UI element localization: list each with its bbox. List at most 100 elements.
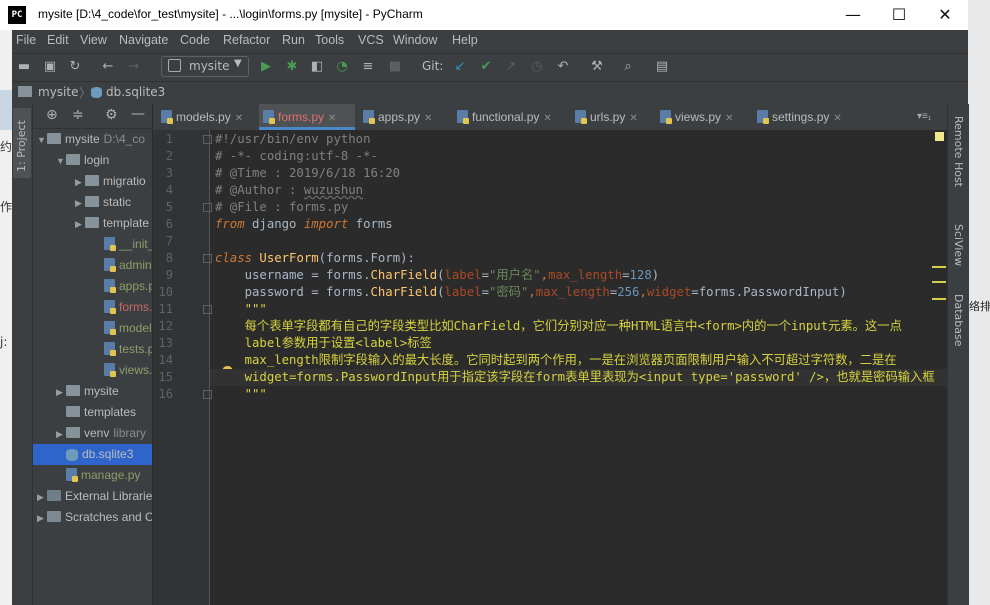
locate-icon[interactable]: ⊕ xyxy=(46,108,60,122)
close-tab-icon[interactable]: ✕ xyxy=(629,113,637,124)
run-config-dropdown[interactable]: mysite ▼ xyxy=(161,56,249,77)
expand-arrow-right-icon[interactable]: ▶ xyxy=(56,424,66,444)
tree-item[interactable]: views.py xyxy=(33,360,152,381)
tree-item[interactable]: apps.py xyxy=(33,276,152,297)
tree-item[interactable]: ▶ template xyxy=(33,213,152,234)
fold-marker-icon[interactable] xyxy=(203,305,212,314)
expand-arrow-right-icon[interactable]: ▶ xyxy=(56,382,66,402)
tree-item[interactable]: manage.py xyxy=(33,465,152,486)
tree-item[interactable]: __init__.p xyxy=(33,234,152,255)
menu-refactor[interactable]: Refactor xyxy=(223,33,270,47)
breadcrumb-item-mysite[interactable]: mysite xyxy=(38,85,78,99)
tree-item[interactable]: db.sqlite3 xyxy=(33,444,152,465)
tab-views[interactable]: views.py ✕ xyxy=(660,104,750,130)
minimize-button[interactable]: — xyxy=(830,0,876,30)
tree-item-content: ▼ login xyxy=(33,153,109,167)
tab-models[interactable]: models.py ✕ xyxy=(161,104,257,130)
warning-stripe-marker[interactable] xyxy=(932,281,946,283)
menu-code[interactable]: Code xyxy=(180,33,210,47)
menu-help[interactable]: Help xyxy=(452,33,478,47)
tab-urls[interactable]: urls.py ✕ xyxy=(575,104,655,130)
tab-overflow-icon[interactable]: ▾≡₁ xyxy=(917,104,943,130)
fold-marker-icon[interactable] xyxy=(203,135,212,144)
close-tab-icon[interactable]: ✕ xyxy=(424,113,432,124)
tab-functional[interactable]: functional.py ✕ xyxy=(457,104,567,130)
remote-host-tab[interactable]: Remote Host xyxy=(952,116,965,187)
sciview-tab[interactable]: SciView xyxy=(952,224,965,266)
expand-arrow-down-icon[interactable]: ▼ xyxy=(37,130,47,150)
forward-icon[interactable]: → xyxy=(126,59,142,75)
expand-arrow-right-icon[interactable]: ▶ xyxy=(75,193,85,213)
collapse-all-icon[interactable]: ≑ xyxy=(72,107,84,123)
tree-item[interactable]: tests.py xyxy=(33,339,152,360)
tree-item[interactable]: ▶ static xyxy=(33,192,152,213)
tree-item[interactable]: ▶ migratio xyxy=(33,171,152,192)
concurrency-icon[interactable]: ≡ xyxy=(360,59,376,75)
git-commit-icon[interactable]: ✔ xyxy=(478,59,494,75)
tree-item[interactable]: ▶ External Librarie xyxy=(33,486,152,507)
maximize-button[interactable]: ☐ xyxy=(876,0,922,30)
fold-marker-icon[interactable] xyxy=(203,203,212,212)
menu-run[interactable]: Run xyxy=(282,33,305,47)
menu-tools[interactable]: Tools xyxy=(315,33,344,47)
expand-arrow-right-icon[interactable]: ▶ xyxy=(37,508,47,528)
menu-window[interactable]: Window xyxy=(393,33,437,47)
menu-edit[interactable]: Edit xyxy=(47,33,69,47)
save-all-icon[interactable]: ▣ xyxy=(42,59,58,75)
close-tab-icon[interactable]: ✕ xyxy=(833,113,841,124)
tree-item[interactable]: ▼ login xyxy=(33,150,152,171)
warning-stripe-marker[interactable] xyxy=(932,266,946,268)
fold-marker-icon[interactable] xyxy=(203,254,212,263)
tree-item[interactable]: ▶ Scratches and C xyxy=(33,507,152,528)
tab-settings[interactable]: settings.py ✕ xyxy=(757,104,857,130)
sync-icon[interactable]: ↻ xyxy=(67,59,83,75)
structure-icon[interactable]: ▤ xyxy=(654,59,670,75)
expand-arrow-down-icon[interactable]: ▼ xyxy=(56,151,66,171)
tree-item[interactable]: ▶ venv library xyxy=(33,423,152,444)
debug-icon[interactable]: ✱ xyxy=(284,59,300,75)
tree-item[interactable]: models.p xyxy=(33,318,152,339)
settings-wrench-icon[interactable]: ⚒ xyxy=(589,59,605,75)
tree-item[interactable]: ▶ mysite xyxy=(33,381,152,402)
git-rollback-icon[interactable]: ↶ xyxy=(555,59,571,75)
menu-vcs[interactable]: VCS xyxy=(358,33,384,47)
tab-forms[interactable]: forms.py ✕ xyxy=(259,104,355,130)
open-folder-icon[interactable]: ▬ xyxy=(16,59,32,75)
warning-stripe-marker[interactable] xyxy=(932,298,946,300)
profile-icon[interactable]: ◔ xyxy=(334,59,350,75)
close-button[interactable]: ✕ xyxy=(922,0,968,30)
menu-file[interactable]: File xyxy=(16,33,36,47)
tree-item-label: login xyxy=(84,153,110,167)
expand-arrow-right-icon[interactable]: ▶ xyxy=(75,172,85,192)
tree-item[interactable]: admin.p xyxy=(33,255,152,276)
stop-icon[interactable]: ■ xyxy=(387,59,403,75)
tree-item-content: forms.py xyxy=(33,300,152,315)
tree-item[interactable]: templates xyxy=(33,402,152,423)
tree-item-content: tests.py xyxy=(33,342,152,357)
tab-apps[interactable]: apps.py ✕ xyxy=(363,104,449,130)
inspection-status-icon[interactable] xyxy=(935,132,944,141)
search-icon[interactable]: ⌕ xyxy=(620,59,636,75)
expand-arrow-right-icon[interactable]: ▶ xyxy=(37,487,47,507)
coverage-icon[interactable]: ◧ xyxy=(309,59,325,75)
hide-panel-icon[interactable]: — xyxy=(131,106,145,122)
project-tool-tab[interactable]: 1: Project xyxy=(13,108,31,178)
close-tab-icon[interactable]: ✕ xyxy=(235,113,243,124)
close-tab-icon[interactable]: ✕ xyxy=(328,113,336,124)
menu-navigate[interactable]: Navigate xyxy=(119,33,168,47)
close-tab-icon[interactable]: ✕ xyxy=(543,113,551,124)
tree-item[interactable]: forms.py xyxy=(33,297,152,318)
git-history-icon[interactable]: ◷ xyxy=(529,59,545,75)
breadcrumb-item-db[interactable]: db.sqlite3 xyxy=(106,85,165,99)
back-icon[interactable]: ← xyxy=(100,59,116,75)
fold-marker-icon[interactable] xyxy=(203,390,212,399)
git-push-icon[interactable]: ↗ xyxy=(503,59,519,75)
tree-item[interactable]: ▼ mysite D:\4_co xyxy=(33,129,152,150)
close-tab-icon[interactable]: ✕ xyxy=(725,113,733,124)
run-icon[interactable]: ▶ xyxy=(258,59,274,75)
menu-view[interactable]: View xyxy=(80,33,107,47)
expand-arrow-right-icon[interactable]: ▶ xyxy=(75,214,85,234)
gear-icon[interactable]: ⚙ xyxy=(105,107,118,123)
git-update-icon[interactable]: ↙ xyxy=(452,59,468,75)
database-tab[interactable]: Database xyxy=(952,294,965,347)
